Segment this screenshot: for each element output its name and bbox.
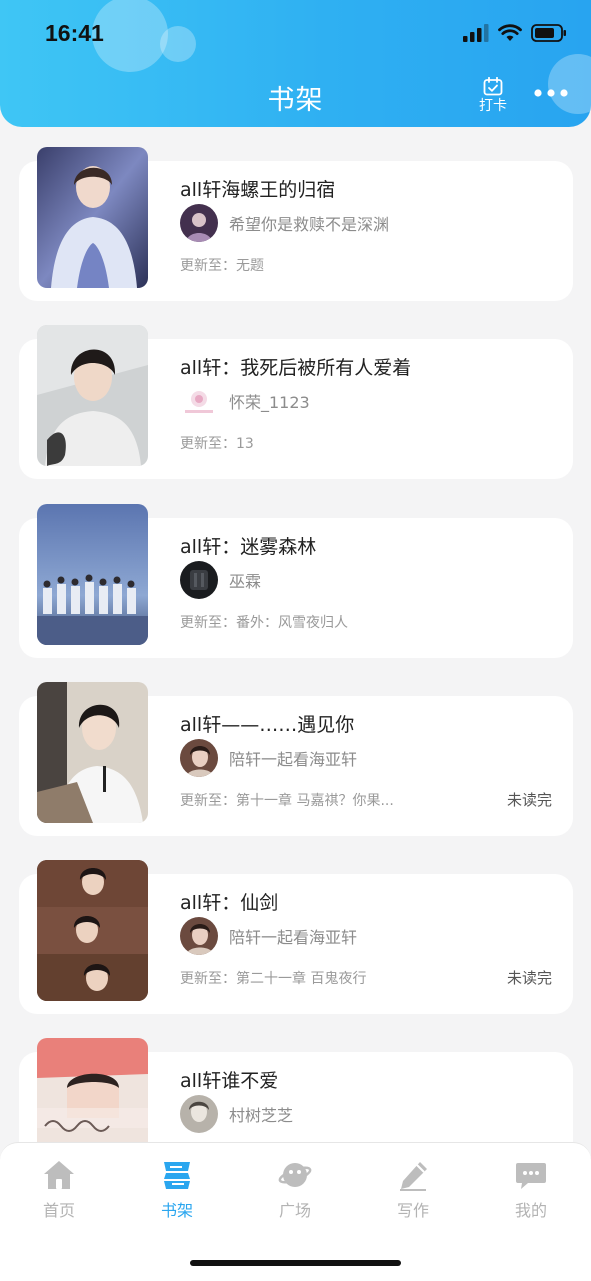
- tab-label: 书架: [160, 1201, 193, 1220]
- author-row: 陪轩一起看海亚轩: [180, 739, 357, 777]
- tab-label: 我的: [514, 1201, 547, 1220]
- author-row: 巫霖: [180, 561, 261, 599]
- tab-label: 广场: [278, 1201, 311, 1220]
- author-row: 希望你是救赎不是深渊: [180, 204, 389, 242]
- author-name: 村树芝芝: [229, 1106, 294, 1125]
- update-info: 更新至：13: [180, 433, 254, 453]
- book-title: all轩：迷雾森林: [180, 536, 317, 558]
- author-avatar: [180, 917, 218, 955]
- book-title: all轩——……遇见你: [180, 714, 355, 736]
- tab-square[interactable]: 广场: [255, 1159, 335, 1221]
- book-item[interactable]: all轩：仙剑 陪轩一起看海亚轩 更新至：第二十一章 百鬼夜行 未读完: [19, 860, 573, 1014]
- book-item[interactable]: all轩海螺王的归宿 希望你是救赎不是深渊 更新至：无题: [19, 147, 573, 301]
- author-name: 怀荣_1123: [229, 393, 310, 412]
- book-cover: [37, 860, 148, 1001]
- author-avatar: [180, 382, 218, 420]
- book-item[interactable]: all轩：我死后被所有人爱着 怀荣_1123 更新至：13: [19, 325, 573, 479]
- book-cover: [37, 1038, 148, 1142]
- author-avatar: [180, 561, 218, 599]
- unread-badge: 未读完: [506, 791, 552, 809]
- battery-icon: [531, 24, 566, 42]
- tab-label: 写作: [396, 1201, 429, 1220]
- author-avatar: [180, 1095, 218, 1133]
- tab-profile[interactable]: 我的: [491, 1159, 571, 1221]
- update-info: 更新至：无题: [180, 255, 264, 275]
- checkin-label: 打卡: [479, 98, 507, 114]
- update-info: 更新至：番外：风雪夜归人: [180, 612, 348, 632]
- pen-icon: [400, 1162, 427, 1191]
- more-options-icon[interactable]: [532, 86, 570, 100]
- update-chapter: 第十一章 马嘉祺？你果...: [236, 793, 394, 809]
- book-title: all轩：我死后被所有人爱着: [180, 357, 412, 379]
- calendar-check-icon: [483, 76, 503, 96]
- author-row: 陪轩一起看海亚轩: [180, 917, 357, 955]
- update-info: 更新至：第十一章 马嘉祺？你果...: [180, 790, 394, 810]
- author-name: 陪轩一起看海亚轩: [229, 928, 358, 947]
- update-prefix: 更新至：: [180, 436, 236, 452]
- status-icons: [463, 24, 567, 42]
- author-avatar: [180, 204, 218, 242]
- tab-write[interactable]: 写作: [373, 1159, 453, 1221]
- author-name: 巫霖: [229, 572, 262, 591]
- book-title: all轩谁不爱: [180, 1070, 279, 1092]
- checkin-button[interactable]: 打卡: [475, 76, 511, 114]
- top-header: 16:41 书架 打卡: [0, 0, 591, 127]
- wifi-icon: [498, 24, 522, 41]
- update-prefix: 更新至：: [180, 258, 236, 274]
- author-row: 怀荣_1123: [180, 382, 310, 420]
- tab-bookshelf[interactable]: 书架: [137, 1159, 217, 1221]
- update-prefix: 更新至：: [180, 971, 236, 987]
- book-cover: [37, 147, 148, 288]
- book-item[interactable]: all轩——……遇见你 陪轩一起看海亚轩 更新至：第十一章 马嘉祺？你果... …: [19, 682, 573, 836]
- book-title: all轩海螺王的归宿: [180, 179, 336, 201]
- book-cover: [37, 682, 148, 823]
- author-row: 村树芝芝: [180, 1095, 293, 1133]
- update-prefix: 更新至：: [180, 793, 236, 809]
- update-chapter: 番外：风雪夜归人: [236, 615, 348, 631]
- home-indicator[interactable]: [190, 1260, 401, 1266]
- update-chapter: 第二十一章 百鬼夜行: [236, 971, 367, 987]
- unread-badge: 未读完: [506, 969, 552, 987]
- decorative-bubble: [160, 26, 196, 62]
- book-item[interactable]: all轩谁不爱 村树芝芝: [19, 1038, 573, 1142]
- book-cover: [37, 325, 148, 466]
- bookshelf-list[interactable]: all轩海螺王的归宿 希望你是救赎不是深渊 更新至：无题 all轩：我死后被所有…: [0, 127, 591, 1142]
- bookshelf-icon: [164, 1162, 190, 1189]
- tab-label: 首页: [42, 1201, 75, 1220]
- update-prefix: 更新至：: [180, 615, 236, 631]
- signal-icon: [463, 24, 489, 42]
- home-icon: [44, 1161, 74, 1189]
- author-name: 希望你是救赎不是深渊: [229, 215, 390, 234]
- update-chapter: 13: [236, 436, 254, 452]
- chat-bubble-icon: [516, 1163, 546, 1189]
- tab-home[interactable]: 首页: [19, 1159, 99, 1221]
- planet-icon: [278, 1163, 312, 1187]
- update-chapter: 无题: [236, 258, 264, 274]
- author-avatar: [180, 739, 218, 777]
- update-info: 更新至：第二十一章 百鬼夜行: [180, 968, 366, 988]
- book-item[interactable]: all轩：迷雾森林 巫霖 更新至：番外：风雪夜归人: [19, 504, 573, 658]
- book-cover: [37, 504, 148, 645]
- book-title: all轩：仙剑: [180, 892, 279, 914]
- status-time: 16:41: [45, 20, 104, 46]
- author-name: 陪轩一起看海亚轩: [229, 750, 358, 769]
